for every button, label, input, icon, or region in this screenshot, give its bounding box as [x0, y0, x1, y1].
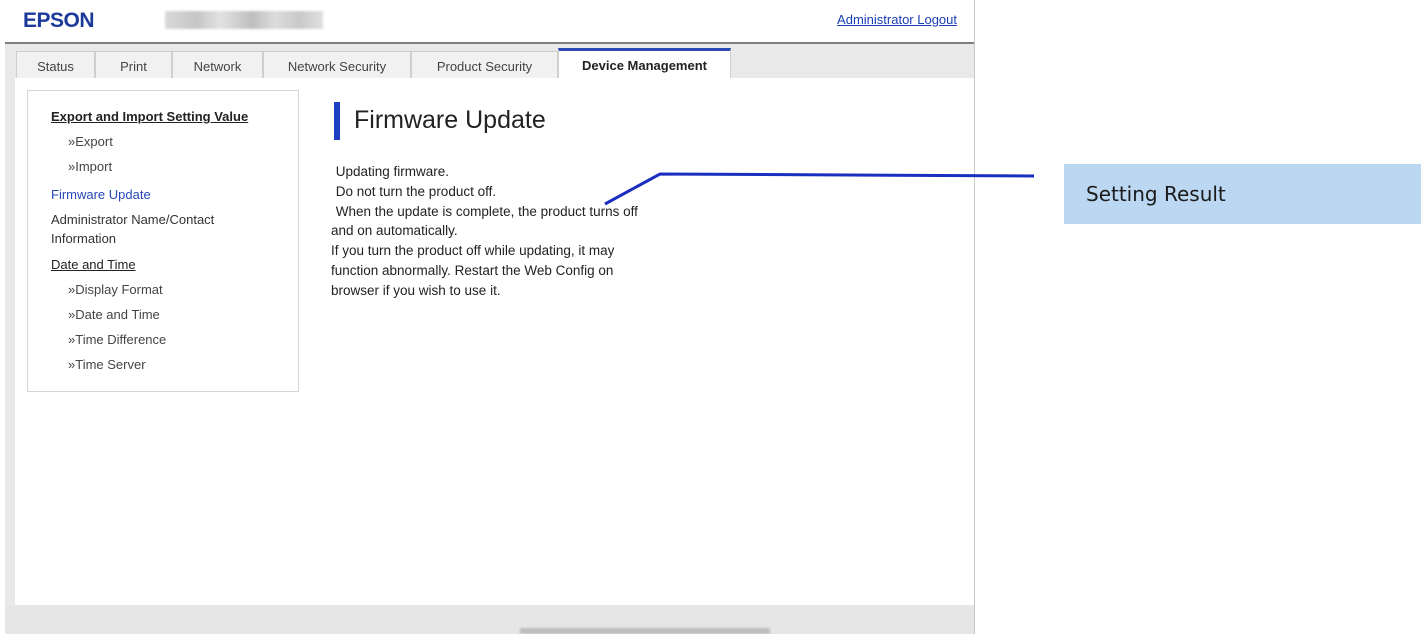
callout-leader-line [604, 172, 1035, 206]
callout-setting-result: Setting Result [1064, 164, 1421, 224]
callout-leader-polyline [604, 172, 1035, 206]
page: EPSON Administrator Logout Status Print … [0, 0, 1421, 634]
